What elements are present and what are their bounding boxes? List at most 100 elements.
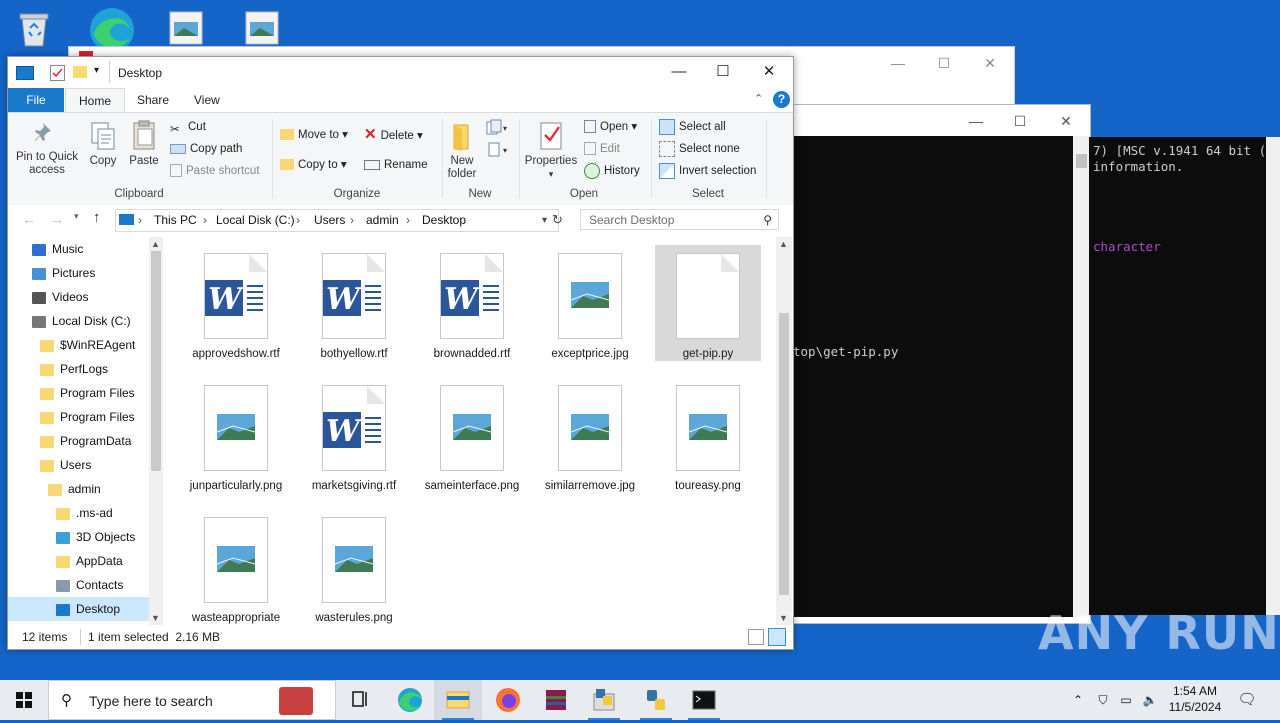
scroll-thumb[interactable] [151,251,161,471]
title-bar[interactable]: ▾ Desktop — ☐ ✕ [8,57,793,89]
minimize-button[interactable]: — [953,109,999,133]
copy-path-button[interactable]: Copy path [170,139,242,159]
scroll-thumb[interactable] [779,313,789,595]
nav-item[interactable]: admin [8,477,149,501]
close-button[interactable]: ✕ [967,51,1013,75]
console-output-right[interactable]: 7) [MSC v.1941 64 bit (AM information. c… [1089,137,1280,615]
scroll-thumb[interactable] [1076,154,1087,168]
history-button[interactable]: History [584,161,640,181]
start-button[interactable] [0,680,48,720]
file-item[interactable]: wasteappropriate [183,509,289,625]
file-explorer-window[interactable]: ▾ Desktop — ☐ ✕ File Home Share View ⌃ ?… [7,56,794,650]
file-item[interactable]: Wapprovedshow.rtf [183,245,289,361]
properties-button[interactable]: Properties ▾ [522,119,580,181]
nav-item[interactable]: Music [8,237,149,261]
image-file-icon[interactable] [244,10,284,50]
console-titlebar[interactable]: — ☐ ✕ [793,105,1090,136]
back-arrow-icon[interactable]: ← [22,211,36,227]
edge-icon[interactable] [88,6,134,52]
nav-item[interactable]: .ms-ad [8,501,149,525]
minimize-button[interactable]: — [656,57,702,89]
properties-qat-icon[interactable] [50,65,65,81]
maximize-button[interactable]: ☐ [700,57,746,89]
file-item[interactable]: wasterules.png [301,509,407,625]
breadcrumb-admin[interactable]: admin [366,210,399,231]
invert-selection-button[interactable]: Invert selection [659,161,756,181]
scroll-down-icon[interactable]: ▼ [151,613,160,623]
scroll-up-icon[interactable]: ▲ [779,239,788,249]
search-input[interactable]: Search Desktop ⚲ [580,209,779,230]
delete-button[interactable]: ✕ Delete ▾ [364,125,423,145]
paste-button[interactable]: Paste [126,119,162,168]
maximize-button[interactable]: ☐ [997,109,1043,133]
new-folder-qat-icon[interactable] [73,66,87,78]
file-explorer-taskbar-button[interactable] [434,680,482,720]
nav-item[interactable]: Pictures [8,261,149,285]
forward-arrow-icon[interactable]: → [50,211,64,227]
scroll-up-icon[interactable]: ▲ [151,239,160,249]
nav-item[interactable]: Program Files [8,405,149,429]
open-button[interactable]: Open ▾ [584,117,637,137]
navigation-pane[interactable]: Music Pictures Videos Local Disk (C:) $WinRE… [8,237,163,625]
file-item[interactable]: Wmarketsgiving.rtf [301,377,407,493]
address-dropdown-icon[interactable]: ▾ [542,210,547,231]
recycle-bin-icon[interactable] [14,8,54,48]
minimize-button[interactable]: — [875,51,921,75]
nav-item[interactable]: Videos [8,285,149,309]
address-bar[interactable]: › This PC › Local Disk (C:) › Users › ad… [115,209,559,232]
nav-item[interactable]: Local Disk (C:) [8,309,149,333]
details-view-icon[interactable] [748,629,764,645]
nav-item[interactable]: Contacts [8,573,149,597]
refresh-icon[interactable]: ↻ [552,212,563,228]
up-arrow-icon[interactable]: ↑ [93,209,101,226]
nav-item[interactable]: $WinREAgent [8,333,149,357]
customize-qat-icon[interactable]: ▾ [94,65,99,76]
new-folder-button[interactable]: New folder [442,121,482,181]
copy-to-button[interactable]: Copy to ▾ [280,155,347,175]
move-to-button[interactable]: Move to ▾ [280,125,348,145]
nav-item[interactable]: Desktop [8,597,149,621]
edge-taskbar-button[interactable] [386,680,434,720]
volume-icon[interactable]: 🔈 [1140,680,1160,720]
firefox-taskbar-button[interactable] [484,680,532,720]
tab-file[interactable]: File [8,88,64,112]
breadcrumb-desktop[interactable]: Desktop [422,210,466,231]
select-all-button[interactable]: Select all [659,117,726,137]
image-file-icon[interactable] [168,10,208,50]
file-item[interactable]: exceptprice.jpg [537,245,643,361]
nav-item[interactable]: Users [8,453,149,477]
terminal-taskbar-button[interactable] [680,680,728,720]
file-item[interactable]: toureasy.png [655,377,761,493]
cut-button[interactable]: ✂ Cut [170,117,206,137]
tab-view[interactable]: View [181,88,233,112]
navigation-scrollbar[interactable]: ▲ ▼ [149,237,163,625]
nav-item[interactable]: Program Files [8,381,149,405]
collapse-ribbon-icon[interactable]: ⌃ [754,92,763,105]
tab-home[interactable]: Home [65,88,126,113]
console-window[interactable]: — ☐ ✕ top\get-pip.py [792,104,1091,624]
select-none-button[interactable]: Select none [659,139,740,159]
clock[interactable]: 1:54 AM 11/5/2024 [1164,680,1226,720]
nav-item[interactable]: ProgramData [8,429,149,453]
edit-button[interactable]: Edit [584,139,620,159]
new-item-icon[interactable]: ▾ [486,119,508,137]
file-list[interactable]: Wapprovedshow.rtf Wbothyellow.rtf Wbrownad… [163,237,776,625]
file-item[interactable]: junparticularly.png [183,377,289,493]
tab-share[interactable]: Share [124,88,182,112]
taskbar-search-input[interactable]: ⚲ Type here to search [48,680,336,720]
file-item[interactable]: similarremove.jpg [537,377,643,493]
close-button[interactable]: ✕ [746,57,792,89]
file-item[interactable]: Wbothyellow.rtf [301,245,407,361]
nav-item[interactable]: 3D Objects [8,525,149,549]
console-output[interactable]: top\get-pip.py [793,136,1073,617]
network-icon[interactable]: ▭ [1116,680,1136,720]
python-taskbar-button[interactable] [632,680,680,720]
easy-access-icon[interactable]: ▾ [486,141,508,159]
help-icon[interactable]: ? [773,91,790,108]
show-hidden-icons-icon[interactable]: ⌃ [1070,680,1086,720]
notifications-icon[interactable]: 🗨 [1234,680,1260,720]
recent-locations-icon[interactable]: ▾ [74,211,79,222]
large-icons-view-icon[interactable] [768,628,786,646]
maximize-button[interactable]: ☐ [921,51,967,75]
python-installer-taskbar-button[interactable] [580,680,628,720]
